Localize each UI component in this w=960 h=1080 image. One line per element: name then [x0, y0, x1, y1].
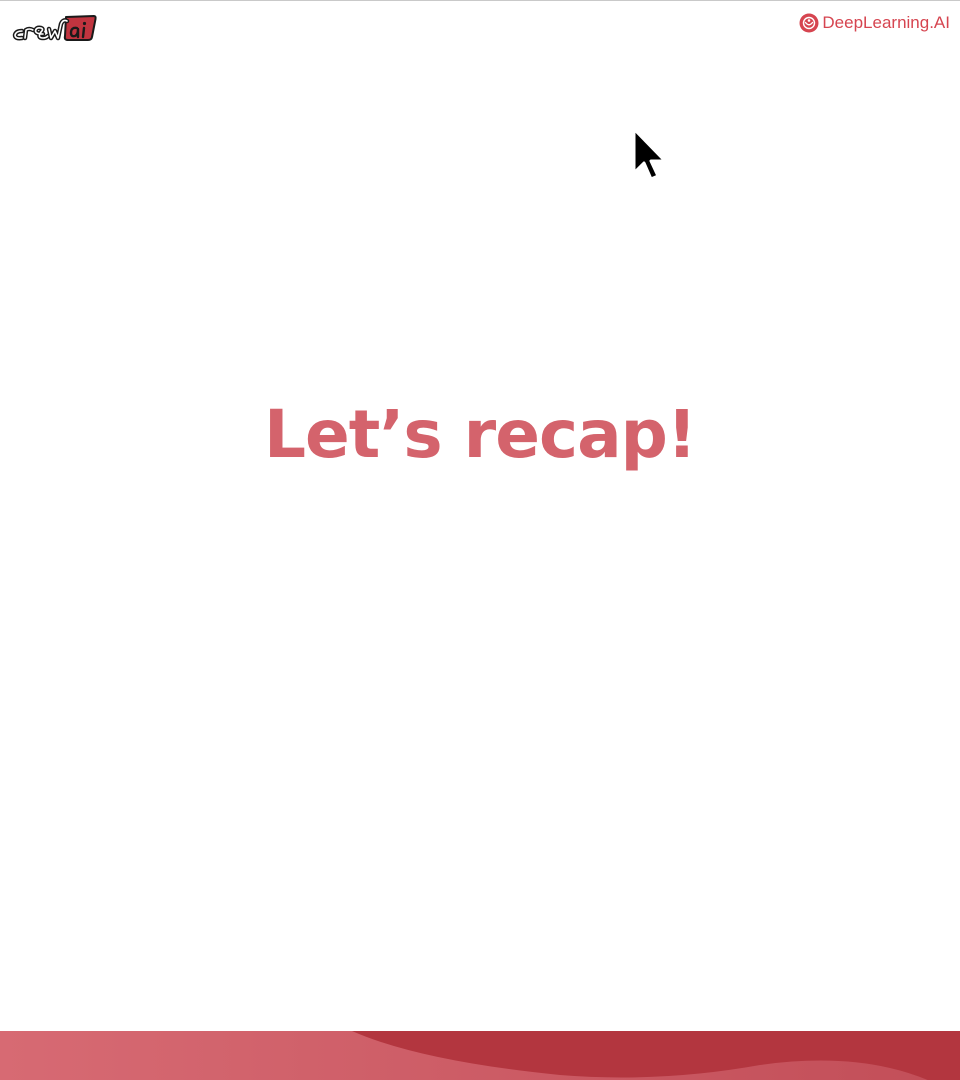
- slide-title: Let’s recap!: [263, 396, 697, 473]
- arrow-cursor-icon: [632, 127, 667, 181]
- deeplearning-ai-icon: [799, 13, 819, 33]
- crewai-logo-mark: [12, 15, 97, 41]
- slide: DeepLearning.AI Let’s recap!: [0, 0, 960, 1080]
- footer-wave: [0, 1031, 960, 1080]
- deeplearning-ai-logo: DeepLearning.AI: [799, 12, 950, 34]
- deeplearning-ai-wordmark: DeepLearning.AI: [822, 13, 950, 32]
- crewai-logo: [10, 11, 98, 43]
